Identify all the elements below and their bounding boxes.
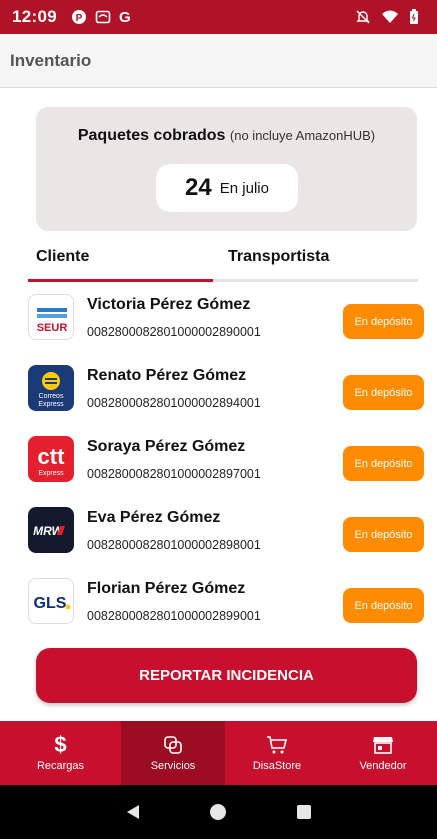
tab-transportista[interactable]: Transportista [228,248,329,266]
tab-cliente[interactable]: Cliente [36,248,89,266]
system-nav-bar [0,785,437,839]
package-name: Florian Pérez Gómez [87,580,246,597]
package-list: SEUR Victoria Pérez Gómez 00828000828010… [28,294,428,649]
ctt-express-logo-icon: ctt Express [38,444,66,477]
package-name: Soraya Pérez Gómez [87,438,246,455]
list-item[interactable]: SEUR Victoria Pérez Gómez 00828000828010… [28,294,428,365]
summary-card: Paquetes cobrados (no incluye AmazonHUB)… [36,107,417,231]
package-code: 0082800082801000002894001 [87,396,261,410]
correos-logo-line1: Correos [39,393,64,400]
report-incident-button[interactable]: REPORTAR INCIDENCIA [36,648,417,703]
summary-title: Paquetes cobrados (no incluye AmazonHUB) [36,127,417,145]
ctt-express-logo: ctt Express [28,436,74,482]
status-bar: 12:09 P G [0,0,437,34]
tab-active-indicator [28,279,213,282]
back-icon[interactable] [124,803,142,821]
bell-off-icon [356,10,370,24]
ctt-logo-text: ctt [38,444,66,469]
status-badge[interactable]: En depósito [343,517,424,552]
seur-logo: SEUR [28,294,74,340]
page-title: Inventario [10,50,92,70]
google-icon: G [118,8,131,26]
seur-logo-icon: SEUR [37,308,68,334]
package-code: 0082800082801000002899001 [87,609,261,623]
list-item[interactable]: ctt Express Soraya Pérez Gómez 008280008… [28,436,428,507]
package-name: Renato Pérez Gómez [87,367,247,384]
summary-note: (no incluye AmazonHUB) [229,128,376,143]
status-badge[interactable]: En depósito [343,588,424,623]
status-icons-right [355,9,419,25]
cast-icon [95,10,111,24]
seur-logo-text: SEUR [37,322,68,334]
gls-logo-icon: GLS [34,595,71,612]
summary-count-pill: 24 En julio [156,164,298,212]
nav-item-servicios[interactable]: Servicios [121,721,225,785]
status-icons-left: P G [71,9,131,26]
correos-express-logo-icon: Correos Express [38,372,64,408]
home-icon[interactable] [209,803,227,821]
svg-text:P: P [76,13,83,24]
summary-count: 24 [185,174,212,201]
gls-logo-text: GLS [34,595,67,612]
cart-icon [266,734,288,756]
nav-label: Recargas [36,760,85,772]
gls-logo: GLS [28,578,74,624]
package-code: 008280008280100000289000​1 [87,325,261,339]
status-badge[interactable]: En depósito [343,375,424,410]
dollar-icon: $ [54,732,67,757]
package-name: Victoria Pérez Gómez [87,296,251,313]
nav-label: Servicios [150,760,196,772]
tabs: Cliente Transportista [28,240,418,286]
nav-item-vendedor[interactable]: Vendedor [329,721,437,785]
wifi-icon [382,10,398,23]
recents-icon[interactable] [295,803,313,821]
package-code: 0082800082801000002898001 [87,538,261,552]
status-badge[interactable]: En depósito [343,446,424,481]
app-bar: Inventario [0,34,437,88]
package-code: 0082800082801000002897001 [87,467,261,481]
copy-icon [163,734,183,756]
battery-icon [410,9,418,24]
list-item[interactable]: Correos Express Renato Pérez Gómez 00828… [28,365,428,436]
correos-express-logo: Correos Express [28,365,74,411]
mrw-logo-icon: MRW [33,524,65,538]
summary-month: En julio [219,179,269,197]
mrw-logo: MRW [28,507,74,553]
bottom-nav: $ Recargas Servicios DisaStore Vendedor [0,721,437,785]
status-time: 12:09 [12,7,57,26]
ctt-logo-sub: Express [38,470,64,477]
nav-label: DisaStore [252,760,302,772]
package-name: Eva Pérez Gómez [87,509,221,526]
p-circle-icon: P [71,10,86,24]
nav-item-recargas[interactable]: $ Recargas [0,721,121,785]
correos-logo-line2: Express [38,401,64,408]
list-item[interactable]: MRW Eva Pérez Gómez 00828000828010000028… [28,507,428,578]
status-badge[interactable]: En depósito [343,304,424,339]
store-icon [372,734,394,756]
list-item[interactable]: GLS Florian Pérez Gómez 0082800082801000… [28,578,428,649]
nav-label: Vendedor [359,760,407,772]
summary-title-text: Paquetes cobrados [77,127,226,144]
nav-item-disastore[interactable]: DisaStore [225,721,329,785]
